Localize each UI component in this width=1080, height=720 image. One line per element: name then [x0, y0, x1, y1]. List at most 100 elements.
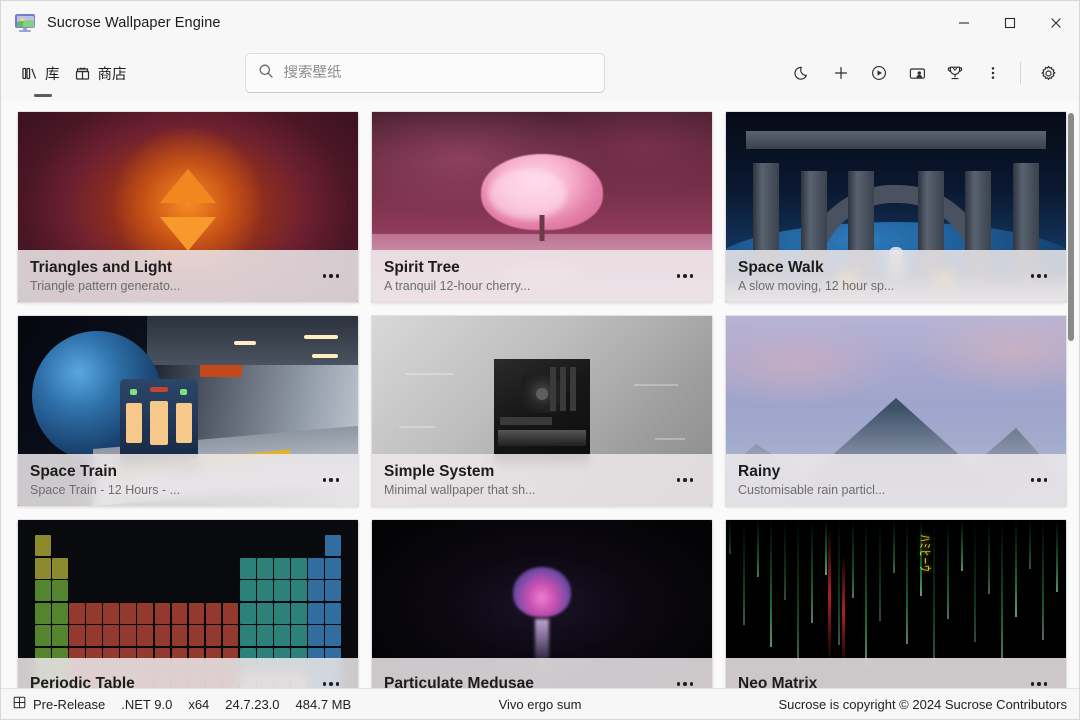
card-title: Space Walk: [738, 258, 824, 276]
card-more-options-icon[interactable]: [1024, 466, 1054, 494]
status-runtime: .NET 9.0: [121, 696, 173, 712]
grid-icon: [13, 696, 26, 712]
card-title: Spirit Tree: [384, 258, 460, 276]
periodic-cell: [154, 625, 171, 647]
wallpaper-card[interactable]: Space Train Space Train - 12 Hours - ...: [17, 315, 359, 507]
status-motto: Vivo ergo sum: [498, 696, 582, 712]
periodic-cell: [257, 602, 273, 624]
periodic-cell: [69, 580, 85, 601]
card-more-options-icon[interactable]: [316, 466, 346, 494]
window-title: Sucrose Wallpaper Engine: [47, 15, 221, 31]
periodic-cell: [308, 535, 324, 556]
matrix-rain-column: [743, 520, 745, 625]
periodic-cell: [325, 580, 341, 602]
status-copyright: Sucrose is copyright © 2024 Sucrose Cont…: [778, 696, 1068, 712]
trophy-icon[interactable]: [936, 55, 974, 91]
tab-library-indicator: [34, 93, 53, 97]
matrix-rain-column: [987, 520, 990, 595]
periodic-cell: [239, 557, 256, 579]
periodic-cell: [154, 602, 171, 624]
matrix-rain-column: [1055, 520, 1058, 593]
monitor-person-icon[interactable]: [898, 55, 936, 91]
content-scrollbar[interactable]: [1068, 113, 1074, 673]
wallpaper-card[interactable]: Simple System Minimal wallpaper that sh.…: [371, 315, 713, 507]
periodic-cell: [274, 580, 290, 602]
matrix-rain-column: [1015, 520, 1017, 617]
periodic-cell: [35, 625, 51, 647]
wallpaper-card[interactable]: Periodic Table: [17, 519, 359, 688]
matrix-rain-column: [797, 520, 800, 671]
minimize-button[interactable]: [941, 1, 987, 45]
periodic-cell: [291, 602, 307, 624]
periodic-cell: [137, 625, 154, 647]
search-input[interactable]: [283, 65, 592, 81]
card-subtitle: A slow moving, 12 hour sp...: [738, 278, 895, 293]
tab-store-label: 商店: [97, 66, 127, 83]
scrollbar-thumb[interactable]: [1068, 113, 1074, 341]
wallpaper-card[interactable]: Triangles and Light Triangle pattern gen…: [17, 111, 359, 303]
search-box[interactable]: [244, 53, 605, 93]
matrix-rain-column: [906, 520, 909, 644]
matrix-rain-column: [838, 520, 841, 646]
periodic-cell: [239, 625, 256, 647]
periodic-cell: [155, 580, 171, 601]
periodic-cell: [137, 558, 153, 579]
card-more-options-icon[interactable]: [670, 670, 700, 688]
matrix-rain-column: [919, 520, 922, 596]
periodic-cell: [274, 625, 290, 647]
periodic-cell: [308, 557, 324, 579]
periodic-cell: [103, 558, 119, 579]
periodic-cell: [223, 535, 239, 556]
maximize-button[interactable]: [987, 1, 1033, 45]
more-vertical-icon[interactable]: [974, 55, 1012, 91]
tab-library[interactable]: 库: [17, 57, 70, 97]
status-channel-label: Pre-Release: [33, 696, 106, 712]
periodic-cell: [222, 625, 239, 647]
periodic-cell: [205, 625, 222, 647]
periodic-cell: [291, 625, 307, 647]
title-bar: Sucrose Wallpaper Engine: [1, 1, 1079, 45]
card-more-options-icon[interactable]: [1024, 670, 1054, 688]
card-footer: Periodic Table: [18, 658, 358, 688]
card-title: Neo Matrix: [738, 674, 818, 689]
periodic-cell: [257, 535, 273, 556]
card-footer: Space Walk A slow moving, 12 hour sp...: [726, 250, 1066, 302]
wallpaper-library-grid[interactable]: Triangles and Light Triangle pattern gen…: [1, 101, 1079, 688]
play-circle-icon[interactable]: [860, 55, 898, 91]
periodic-cell: [137, 580, 153, 601]
wallpaper-card[interactable]: Space Walk A slow moving, 12 hour sp...: [725, 111, 1067, 303]
matrix-rain-column: [1028, 520, 1031, 570]
periodic-cell: [308, 602, 324, 624]
wallpaper-card[interactable]: Particulate Medusae: [371, 519, 713, 688]
card-more-options-icon[interactable]: [670, 262, 700, 290]
periodic-cell: [52, 557, 68, 579]
wallpaper-card[interactable]: ﾊﾐﾋｰｳ Neo Matrix: [725, 519, 1067, 688]
card-more-options-icon[interactable]: [316, 670, 346, 688]
periodic-cell: [257, 625, 273, 647]
tab-store[interactable]: 商店: [70, 57, 137, 90]
matrix-glyphs: ﾊﾐﾋｰｳ: [916, 535, 932, 573]
matrix-rain-column: [879, 520, 881, 621]
matrix-rain-column: [960, 520, 963, 572]
card-more-options-icon[interactable]: [670, 466, 700, 494]
card-title: Particulate Medusae: [384, 674, 534, 689]
card-title: Rainy: [738, 462, 781, 480]
card-more-options-icon[interactable]: [316, 262, 346, 290]
periodic-cell: [189, 580, 205, 601]
periodic-cell: [35, 580, 51, 602]
periodic-cell: [86, 602, 102, 624]
matrix-rain-column: [892, 520, 895, 574]
library-icon: [21, 65, 38, 82]
matrix-rain-column: [933, 520, 936, 667]
card-subtitle: A tranquil 12-hour cherry...: [384, 278, 531, 293]
periodic-cell: [35, 535, 51, 557]
wallpaper-card[interactable]: Spirit Tree A tranquil 12-hour cherry...: [371, 111, 713, 303]
gear-icon[interactable]: [1029, 55, 1067, 91]
window-controls: [941, 1, 1079, 45]
moon-icon[interactable]: [784, 55, 822, 91]
plus-icon[interactable]: [822, 55, 860, 91]
close-button[interactable]: [1033, 1, 1079, 45]
card-more-options-icon[interactable]: [1024, 262, 1054, 290]
wallpaper-card[interactable]: Rainy Customisable rain particl...: [725, 315, 1067, 507]
matrix-rain-column: [729, 520, 732, 555]
